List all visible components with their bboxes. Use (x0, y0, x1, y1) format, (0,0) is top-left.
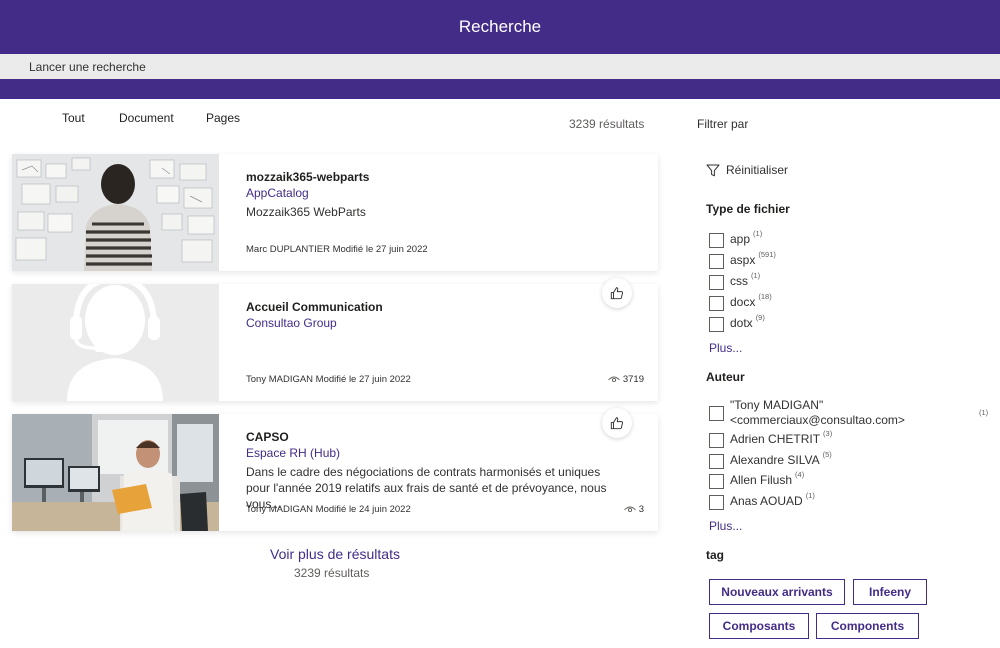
filter-option-label: Anas AOUAD (730, 494, 803, 508)
filter-option-css[interactable]: css (1) (709, 271, 761, 290)
checkbox[interactable] (709, 454, 724, 469)
file-type-more-link[interactable]: Plus... (709, 341, 742, 355)
result-card[interactable]: mozzaik365-webparts AppCatalog Mozzaik36… (12, 154, 658, 271)
tab-all[interactable]: Tout (62, 111, 85, 125)
search-input[interactable] (0, 54, 1000, 79)
filter-option-count: (1) (805, 491, 815, 500)
thumbs-up-icon (610, 287, 624, 300)
header-band (0, 79, 1000, 99)
filter-option-author[interactable]: Alexandre SILVA (5) (709, 450, 832, 469)
tag-button-infeeny[interactable]: Infeeny (853, 579, 927, 605)
app-header: Recherche (0, 0, 1000, 54)
checkbox[interactable] (709, 254, 724, 269)
tab-document[interactable]: Document (119, 111, 174, 125)
result-description: Mozzaik365 WebParts (246, 205, 366, 219)
view-count-value: 3 (638, 504, 644, 515)
filter-option-author[interactable]: Anas AOUAD (1) (709, 491, 815, 510)
filter-option-count: (18) (758, 292, 772, 301)
checkbox[interactable] (709, 406, 724, 421)
view-count-value: 3719 (622, 374, 644, 385)
result-site-link[interactable]: Consultao Group (246, 316, 337, 330)
author-more-link[interactable]: Plus... (709, 519, 742, 533)
result-site-link[interactable]: AppCatalog (246, 186, 309, 200)
filter-option-count: (591) (758, 250, 776, 259)
result-card[interactable]: Accueil Communication Consultao Group To… (12, 278, 658, 401)
filter-option-author[interactable]: Adrien CHETRIT (3) (709, 429, 833, 448)
search-bar (0, 54, 1000, 79)
reset-label: Réinitialiser (726, 163, 789, 177)
checkbox[interactable] (709, 474, 724, 489)
checkbox[interactable] (709, 317, 724, 332)
filter-icon (706, 164, 720, 176)
filter-option-label: Allen Filush (730, 473, 793, 487)
tag-title: tag (706, 548, 724, 562)
like-button[interactable] (602, 408, 632, 438)
filter-option-count: (3) (823, 429, 833, 438)
filter-option-count: (4) (795, 470, 805, 479)
filter-option-author[interactable]: Allen Filush (4) (709, 470, 805, 489)
result-title[interactable]: CAPSO (246, 430, 289, 444)
filter-option-label: app (730, 232, 751, 246)
checkbox[interactable] (709, 296, 724, 311)
office-wall-image (12, 154, 219, 271)
filter-option-label: docx (730, 295, 756, 309)
filter-panel-title: Filtrer par (697, 117, 749, 131)
result-thumbnail (12, 154, 219, 271)
filter-option-label: dotx (730, 316, 753, 330)
result-body: mozzaik365-webparts AppCatalog Mozzaik36… (246, 154, 648, 271)
result-title[interactable]: Accueil Communication (246, 300, 383, 314)
filter-option-count: (9) (755, 313, 765, 322)
result-title[interactable]: mozzaik365-webparts (246, 170, 369, 184)
filter-option-count: (1) (751, 271, 761, 280)
view-count: 3719 (608, 374, 644, 385)
result-meta: Marc DUPLANTIER Modifié le 27 juin 2022 (246, 244, 428, 255)
person-placeholder-icon (12, 284, 219, 401)
eye-icon (623, 506, 636, 512)
filter-option-dotx[interactable]: dotx (9) (709, 313, 765, 332)
footer-results-count: 3239 résultats (294, 566, 370, 580)
tag-button-components[interactable]: Components (816, 613, 919, 639)
filter-option-label: "Tony MADIGAN" <commerciaux@consultao.co… (730, 398, 905, 427)
result-body: CAPSO Espace RH (Hub) Dans le cadre des … (246, 408, 648, 531)
author-title: Auteur (706, 370, 745, 384)
tab-pages[interactable]: Pages (206, 111, 240, 125)
file-type-title: Type de fichier (706, 202, 790, 216)
result-body: Accueil Communication Consultao Group To… (246, 278, 648, 401)
result-thumbnail (12, 284, 219, 401)
filter-option-label: Alexandre SILVA (730, 453, 820, 467)
eye-icon (608, 376, 620, 382)
result-card[interactable]: CAPSO Espace RH (Hub) Dans le cadre des … (12, 408, 658, 531)
filter-option-count: (1) (979, 408, 989, 417)
office-worker-image (12, 414, 219, 531)
tag-button-nouveaux-arrivants[interactable]: Nouveaux arrivants (709, 579, 845, 605)
page-title: Recherche (458, 17, 542, 36)
thumbs-up-icon (610, 417, 624, 430)
result-meta: Tony MADIGAN Modifié le 24 juin 2022 (246, 504, 411, 515)
filter-option-label: Adrien CHETRIT (730, 432, 821, 446)
filter-option-author[interactable]: "Tony MADIGAN" <commerciaux@consultao.co… (709, 398, 949, 428)
view-count: 3 (623, 504, 644, 515)
reset-filters-button[interactable]: Réinitialiser (706, 163, 788, 177)
result-thumbnail (12, 414, 219, 531)
like-button[interactable] (602, 278, 632, 308)
checkbox[interactable] (709, 275, 724, 290)
filter-option-app[interactable]: app (1) (709, 229, 763, 248)
filter-option-docx[interactable]: docx (18) (709, 292, 772, 311)
checkbox[interactable] (709, 495, 724, 510)
filter-option-label: aspx (730, 253, 756, 267)
filter-option-label: css (730, 274, 748, 288)
more-results-link[interactable]: Voir plus de résultats (270, 546, 400, 562)
result-site-link[interactable]: Espace RH (Hub) (246, 446, 340, 460)
result-meta: Tony MADIGAN Modifié le 27 juin 2022 (246, 374, 411, 385)
filter-option-aspx[interactable]: aspx (591) (709, 250, 776, 269)
filter-option-count: (5) (822, 450, 832, 459)
results-count: 3239 résultats (569, 117, 645, 131)
filter-option-count: (1) (753, 229, 763, 238)
checkbox[interactable] (709, 233, 724, 248)
checkbox[interactable] (709, 433, 724, 448)
tag-button-composants[interactable]: Composants (709, 613, 809, 639)
